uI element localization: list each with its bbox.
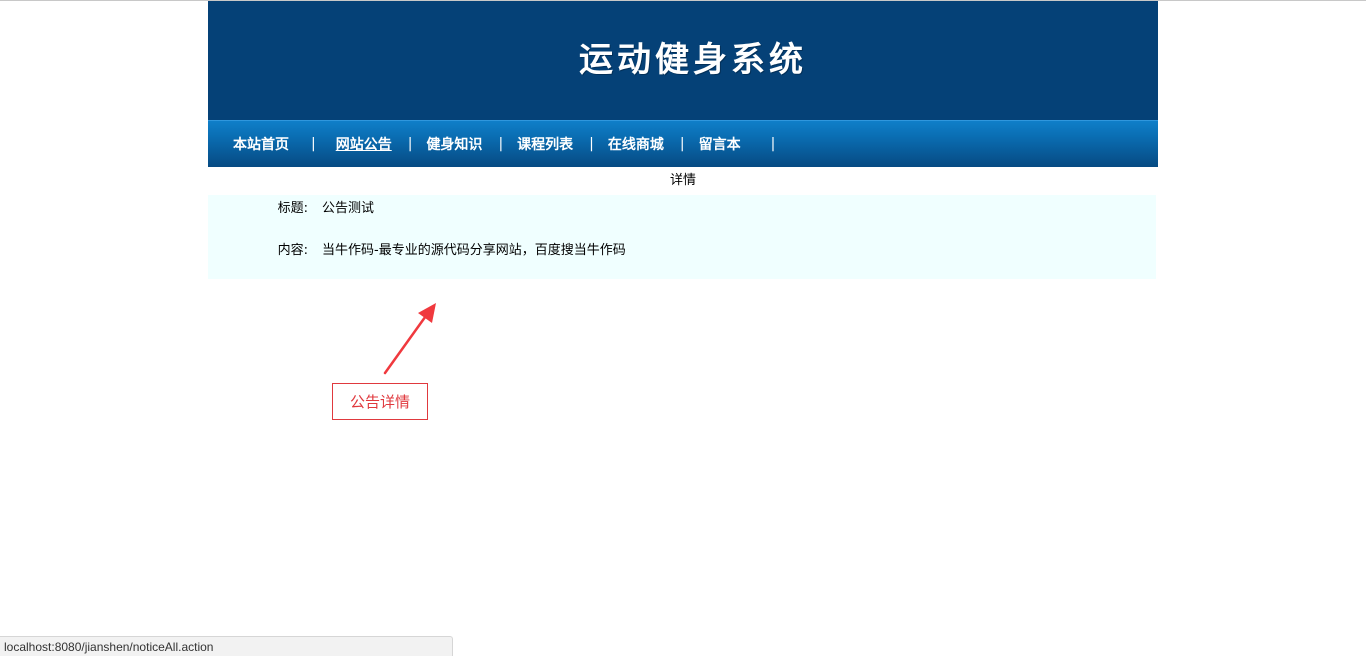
nav-separator: |	[770, 136, 776, 152]
title-value: 公告测试	[322, 201, 375, 216]
nav-separator: |	[498, 136, 504, 152]
nav-link-home[interactable]: 本站首页	[233, 134, 289, 154]
annotation-label: 公告详情	[349, 393, 410, 411]
nav-item-knowledge[interactable]: 健身知识	[426, 134, 482, 154]
page-container: 运动健身系统 本站首页 | 网站公告 | 健身知识 | 课程列表 | 在线商城 …	[208, 1, 1158, 279]
nav-item-notice[interactable]: 网站公告	[336, 134, 392, 154]
content-value: 当牛作码-最专业的源代码分享网站，百度搜当牛作码	[322, 243, 626, 258]
main-nav: 本站首页 | 网站公告 | 健身知识 | 课程列表 | 在线商城 | 留言本 |	[208, 120, 1158, 167]
title-label: 标题:	[277, 201, 308, 216]
detail-section-title: 详情	[669, 173, 696, 188]
status-url: localhost:8080/jianshen/noticeAll.action	[4, 640, 214, 654]
content-label: 内容:	[277, 243, 308, 258]
notice-detail-table: 标题: 公告测试 内容: 当牛作码-最专业的源代码分享网站，百度搜当牛作码	[208, 195, 1156, 279]
nav-link-knowledge[interactable]: 健身知识	[426, 134, 482, 154]
nav-item-courses[interactable]: 课程列表	[517, 134, 573, 154]
nav-item-guestbook[interactable]: 留言本	[699, 134, 741, 154]
nav-link-notice[interactable]: 网站公告	[336, 134, 392, 154]
nav-separator: |	[407, 136, 413, 152]
site-banner: 运动健身系统	[208, 1, 1158, 120]
nav-link-guestbook[interactable]: 留言本	[699, 134, 741, 154]
nav-item-shop[interactable]: 在线商城	[608, 134, 664, 154]
nav-link-shop[interactable]: 在线商城	[608, 134, 664, 154]
nav-link-courses[interactable]: 课程列表	[517, 134, 573, 154]
nav-item-home[interactable]: 本站首页	[233, 134, 289, 154]
browser-status-bar: localhost:8080/jianshen/noticeAll.action	[0, 636, 453, 656]
nav-separator: |	[311, 136, 316, 152]
nav-separator: |	[589, 136, 594, 152]
annotation-label-box: 公告详情	[332, 383, 428, 420]
nav-separator: |	[679, 136, 685, 152]
site-title: 运动健身系统	[579, 40, 807, 80]
detail-row-content: 内容: 当牛作码-最专业的源代码分享网站，百度搜当牛作码	[208, 223, 1156, 279]
annotation-arrow-icon	[383, 303, 436, 375]
detail-row-title: 标题: 公告测试	[208, 195, 1156, 223]
